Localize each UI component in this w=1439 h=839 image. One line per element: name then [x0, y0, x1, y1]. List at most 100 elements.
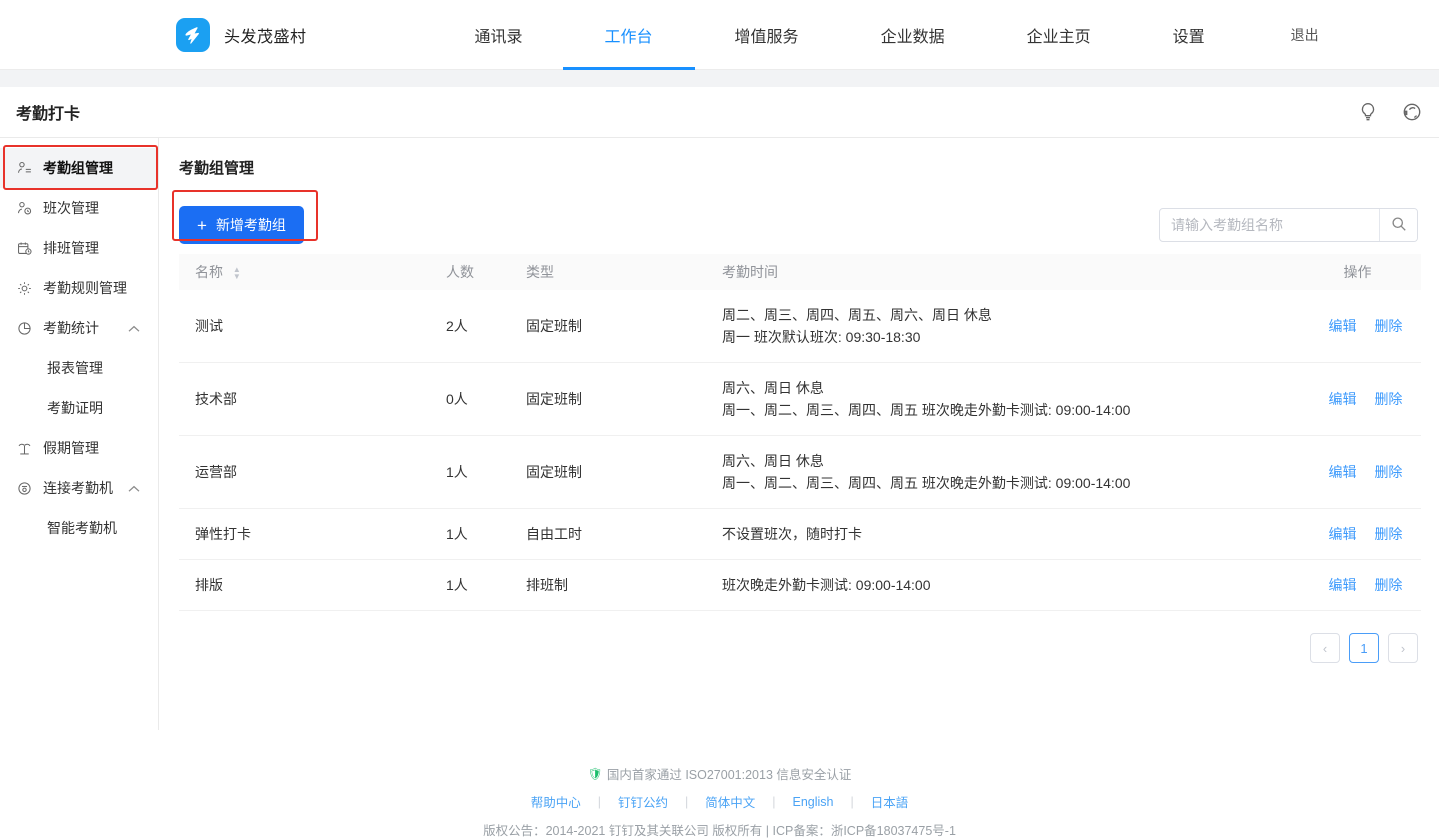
sidebar-item-shift-management[interactable]: 班次管理	[0, 188, 158, 228]
cell-type: 固定班制	[510, 363, 706, 436]
sidebar-item-label: 考勤统计	[43, 318, 99, 338]
edit-link[interactable]: 编辑	[1329, 464, 1357, 480]
table-row: 弹性打卡 1人 自由工时 不设置班次，随时打卡 编辑 删除	[179, 509, 1421, 560]
chevron-up-icon[interactable]	[128, 320, 140, 336]
cell-operations: 编辑 删除	[1294, 290, 1421, 363]
person-list-icon	[16, 160, 33, 177]
sidebar-item-attendance-statistics[interactable]: 考勤统计	[0, 308, 158, 348]
cell-type: 固定班制	[510, 436, 706, 509]
sidebar-item-connect-attendance-machine[interactable]: 连接考勤机	[0, 468, 158, 508]
footer-link-help-center[interactable]: 帮助中心	[531, 792, 581, 811]
sidebar-item-scheduling[interactable]: 排班管理	[0, 228, 158, 268]
sidebar-subitem-label: 报表管理	[47, 358, 103, 378]
delete-link[interactable]: 删除	[1374, 526, 1402, 542]
attendance-group-table: 名称 ▲▼ 人数 类型 考勤时间 操作 测试 2人 固定班制 周二、周三、周四、…	[179, 254, 1421, 611]
logout-button[interactable]: 退出	[1271, 0, 1339, 70]
sort-toggle-icon[interactable]: ▲▼	[233, 266, 241, 280]
search-icon	[1391, 216, 1407, 235]
cell-time-line2: 周一、周二、周三、周四、周五 班次晚走外勤卡测试: 09:00-14:00	[722, 472, 1294, 494]
sidebar-item-report-management[interactable]: 报表管理	[0, 348, 158, 388]
page-title: 考勤打卡	[16, 100, 80, 124]
cell-time-line2: 周一 班次默认班次: 09:30-18:30	[722, 326, 1294, 348]
search-button[interactable]	[1379, 209, 1417, 241]
sidebar-item-label: 考勤规则管理	[43, 278, 127, 298]
dingtalk-logo-icon	[176, 18, 210, 52]
cell-name: 弹性打卡	[179, 509, 430, 560]
edit-link[interactable]: 编辑	[1329, 318, 1357, 334]
toolbar: + 新增考勤组	[159, 196, 1439, 254]
delete-link[interactable]: 删除	[1374, 391, 1402, 407]
cell-time: 不设置班次，随时打卡	[706, 509, 1294, 560]
sidebar-subitem-label: 智能考勤机	[47, 518, 117, 538]
cell-time-line1: 周二、周三、周四、周五、周六、周日 休息	[722, 304, 1294, 326]
nav-tab-settings[interactable]: 设置	[1153, 0, 1225, 70]
pagination-next-button[interactable]: ›	[1388, 633, 1418, 663]
delete-link[interactable]: 删除	[1374, 464, 1402, 480]
edit-link[interactable]: 编辑	[1329, 577, 1357, 593]
cell-operations: 编辑 删除	[1294, 436, 1421, 509]
cell-type: 排班制	[510, 560, 706, 611]
footer-links: 帮助中心 | 钉钉公约 | 简体中文 | English | 日本語	[0, 792, 1439, 811]
cell-time: 周六、周日 休息 周一、周二、周三、周四、周五 班次晚走外勤卡测试: 09:00…	[706, 363, 1294, 436]
nav-tab-enterprise-homepage[interactable]: 企业主页	[1007, 0, 1111, 70]
headset-support-icon[interactable]	[1401, 101, 1423, 123]
footer-link-english[interactable]: English	[793, 795, 834, 809]
shield-check-icon: 🛡	[588, 767, 603, 781]
cell-time-line1: 班次晚走外勤卡测试: 09:00-14:00	[722, 574, 1294, 596]
delete-link[interactable]: 删除	[1374, 318, 1402, 334]
delete-link[interactable]: 删除	[1374, 577, 1402, 593]
cell-count: 2人	[430, 290, 510, 363]
footer-link-simplified-chinese[interactable]: 简体中文	[705, 792, 755, 811]
cell-name: 排版	[179, 560, 430, 611]
footer-copyright: 版权公告：2014-2021 钉钉及其关联公司 版权所有 | ICP备案：浙IC…	[0, 820, 1439, 839]
cell-time-line1: 周六、周日 休息	[722, 450, 1294, 472]
sidebar-item-leave-management[interactable]: 假期管理	[0, 428, 158, 468]
sidebar-item-attendance-group[interactable]: 考勤组管理	[0, 148, 158, 188]
sidebar-item-label: 排班管理	[43, 238, 99, 258]
sidebar-item-attendance-rules[interactable]: 考勤规则管理	[0, 268, 158, 308]
search-input[interactable]	[1160, 209, 1379, 241]
table-header-row: 名称 ▲▼ 人数 类型 考勤时间 操作	[179, 254, 1421, 290]
footer-link-separator: |	[772, 795, 775, 809]
footer-link-japanese[interactable]: 日本語	[871, 792, 909, 811]
column-header-count: 人数	[430, 254, 510, 290]
pagination: ‹ 1 ›	[159, 633, 1418, 663]
nav-tab-contacts[interactable]: 通讯录	[455, 0, 543, 70]
chevron-up-icon[interactable]	[128, 480, 140, 496]
table-body: 测试 2人 固定班制 周二、周三、周四、周五、周六、周日 休息 周一 班次默认班…	[179, 290, 1421, 611]
sidebar-item-label: 班次管理	[43, 198, 99, 218]
cell-name: 测试	[179, 290, 430, 363]
table-row: 排版 1人 排班制 班次晚走外勤卡测试: 09:00-14:00 编辑 删除	[179, 560, 1421, 611]
sidebar-item-attendance-certificate[interactable]: 考勤证明	[0, 388, 158, 428]
sidebar-item-smart-attendance-machine[interactable]: 智能考勤机	[0, 508, 158, 548]
brand-name: 头发茂盛村	[224, 23, 307, 47]
table-row: 技术部 0人 固定班制 周六、周日 休息 周一、周二、周三、周四、周五 班次晚走…	[179, 363, 1421, 436]
footer-link-separator: |	[598, 795, 601, 809]
pagination-prev-button[interactable]: ‹	[1310, 633, 1340, 663]
brand[interactable]: 头发茂盛村	[176, 18, 307, 52]
cell-operations: 编辑 删除	[1294, 560, 1421, 611]
table-header: 名称 ▲▼ 人数 类型 考勤时间 操作	[179, 254, 1421, 290]
cell-count: 1人	[430, 509, 510, 560]
lightbulb-icon[interactable]	[1357, 101, 1379, 123]
edit-link[interactable]: 编辑	[1329, 526, 1357, 542]
search-box	[1159, 208, 1418, 242]
cell-operations: 编辑 删除	[1294, 363, 1421, 436]
column-header-name[interactable]: 名称 ▲▼	[179, 254, 430, 290]
cell-time-line1: 不设置班次，随时打卡	[722, 523, 1294, 545]
nav-tabs: 通讯录 工作台 增值服务 企业数据 企业主页 设置 退出	[455, 0, 1339, 70]
calendar-clock-icon	[16, 240, 33, 257]
footer-link-separator: |	[685, 795, 688, 809]
nav-tab-enterprise-data[interactable]: 企业数据	[861, 0, 965, 70]
edit-link[interactable]: 编辑	[1329, 391, 1357, 407]
pie-chart-icon	[16, 320, 33, 337]
cell-name: 运营部	[179, 436, 430, 509]
nav-tab-value-added-services[interactable]: 增值服务	[715, 0, 819, 70]
nav-tab-workbench[interactable]: 工作台	[585, 0, 673, 70]
pagination-page-1[interactable]: 1	[1349, 633, 1379, 663]
footer-link-dingtalk-convention[interactable]: 钉钉公约	[618, 792, 668, 811]
add-attendance-group-label: 新增考勤组	[216, 215, 286, 235]
sidebar-item-label: 连接考勤机	[43, 478, 113, 498]
add-attendance-group-button[interactable]: + 新增考勤组	[179, 206, 304, 244]
cell-time-line2: 周一、周二、周三、周四、周五 班次晚走外勤卡测试: 09:00-14:00	[722, 399, 1294, 421]
